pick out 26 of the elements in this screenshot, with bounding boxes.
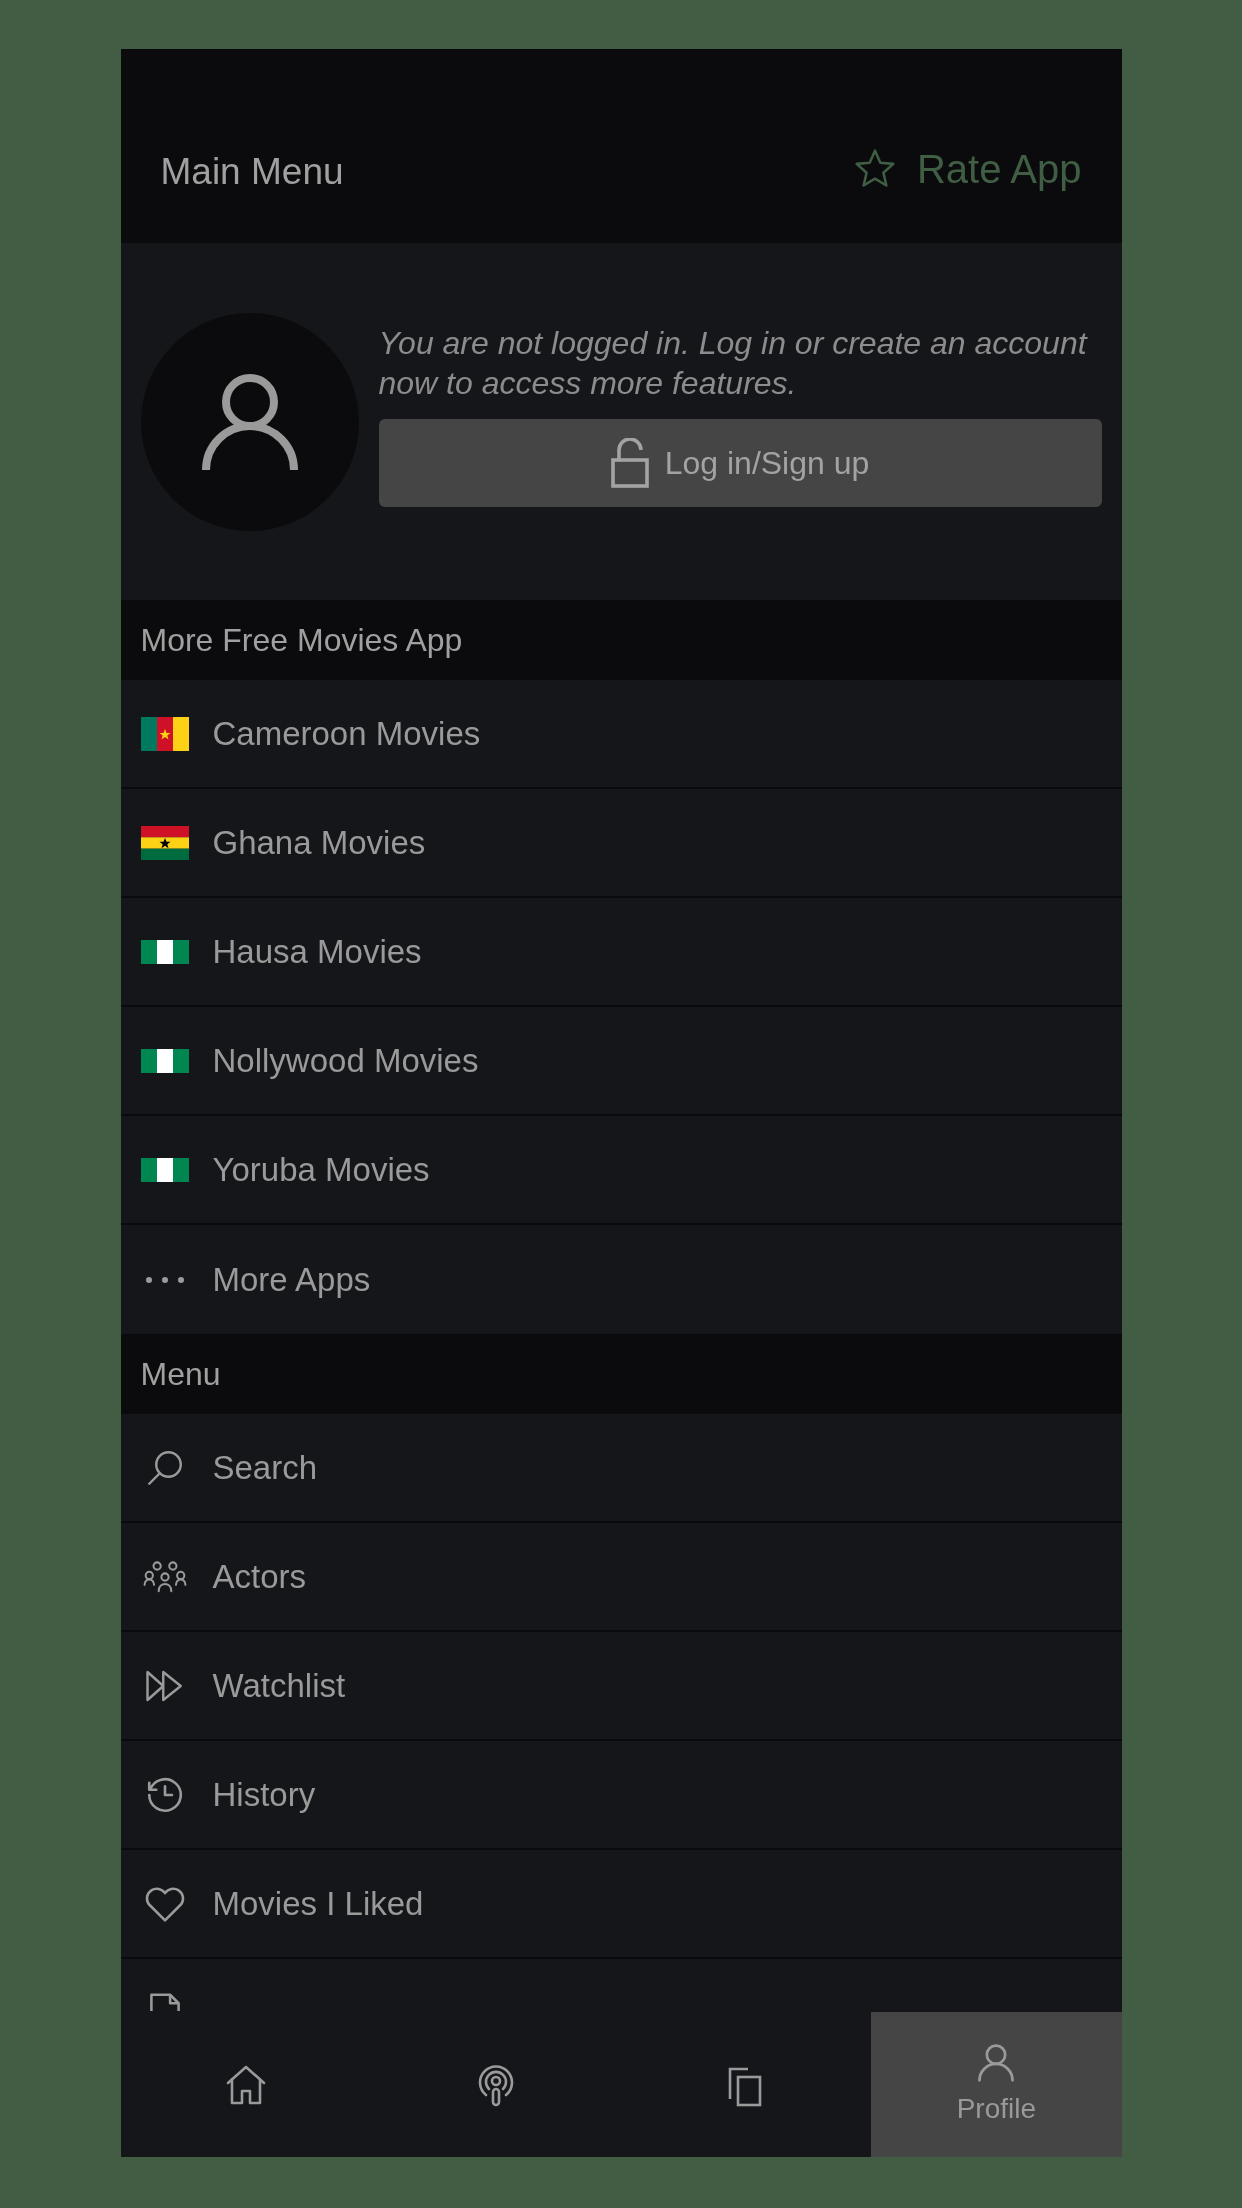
people-icon <box>142 1558 187 1595</box>
nav-tab[interactable]: Profile <box>871 2012 1122 2157</box>
menu-item[interactable]: Cameroon Movies <box>120 680 1122 789</box>
menu-item[interactable]: Hausa Movies <box>120 898 1122 1007</box>
flag-icon <box>140 825 189 860</box>
flag-icon <box>140 939 189 964</box>
login-message: You are not logged in. Log in or create an account now to access more features. <box>378 324 1089 403</box>
menu-item[interactable]: Search <box>120 1414 1122 1523</box>
header-title: Main Menu <box>160 149 344 194</box>
lock-icon <box>610 438 649 488</box>
menu-item[interactable]: Actors <box>120 1523 1122 1632</box>
menu-item[interactable]: Watchlist <box>120 1632 1122 1741</box>
menu-item[interactable]: More Apps <box>120 1225 1122 1334</box>
menu-item[interactable]: History <box>120 1741 1122 1850</box>
flag-icon <box>140 1048 189 1073</box>
flag-icon <box>140 1157 189 1182</box>
section-header: Menu <box>120 1334 1122 1414</box>
menu-item[interactable]: Nollywood Movies <box>120 1007 1122 1116</box>
document-icon <box>147 1993 182 2011</box>
section-header: More Free Movies App <box>120 600 1122 680</box>
flag-icon <box>140 716 189 751</box>
menu-item[interactable]: Yoruba Movies <box>120 1116 1122 1225</box>
login-button[interactable]: Log in/Sign up <box>378 419 1102 507</box>
more-icon <box>144 1275 185 1284</box>
menu-item[interactable]: Ghana Movies <box>120 789 1122 898</box>
menu-item[interactable]: Movies I Liked <box>120 1850 1122 1959</box>
